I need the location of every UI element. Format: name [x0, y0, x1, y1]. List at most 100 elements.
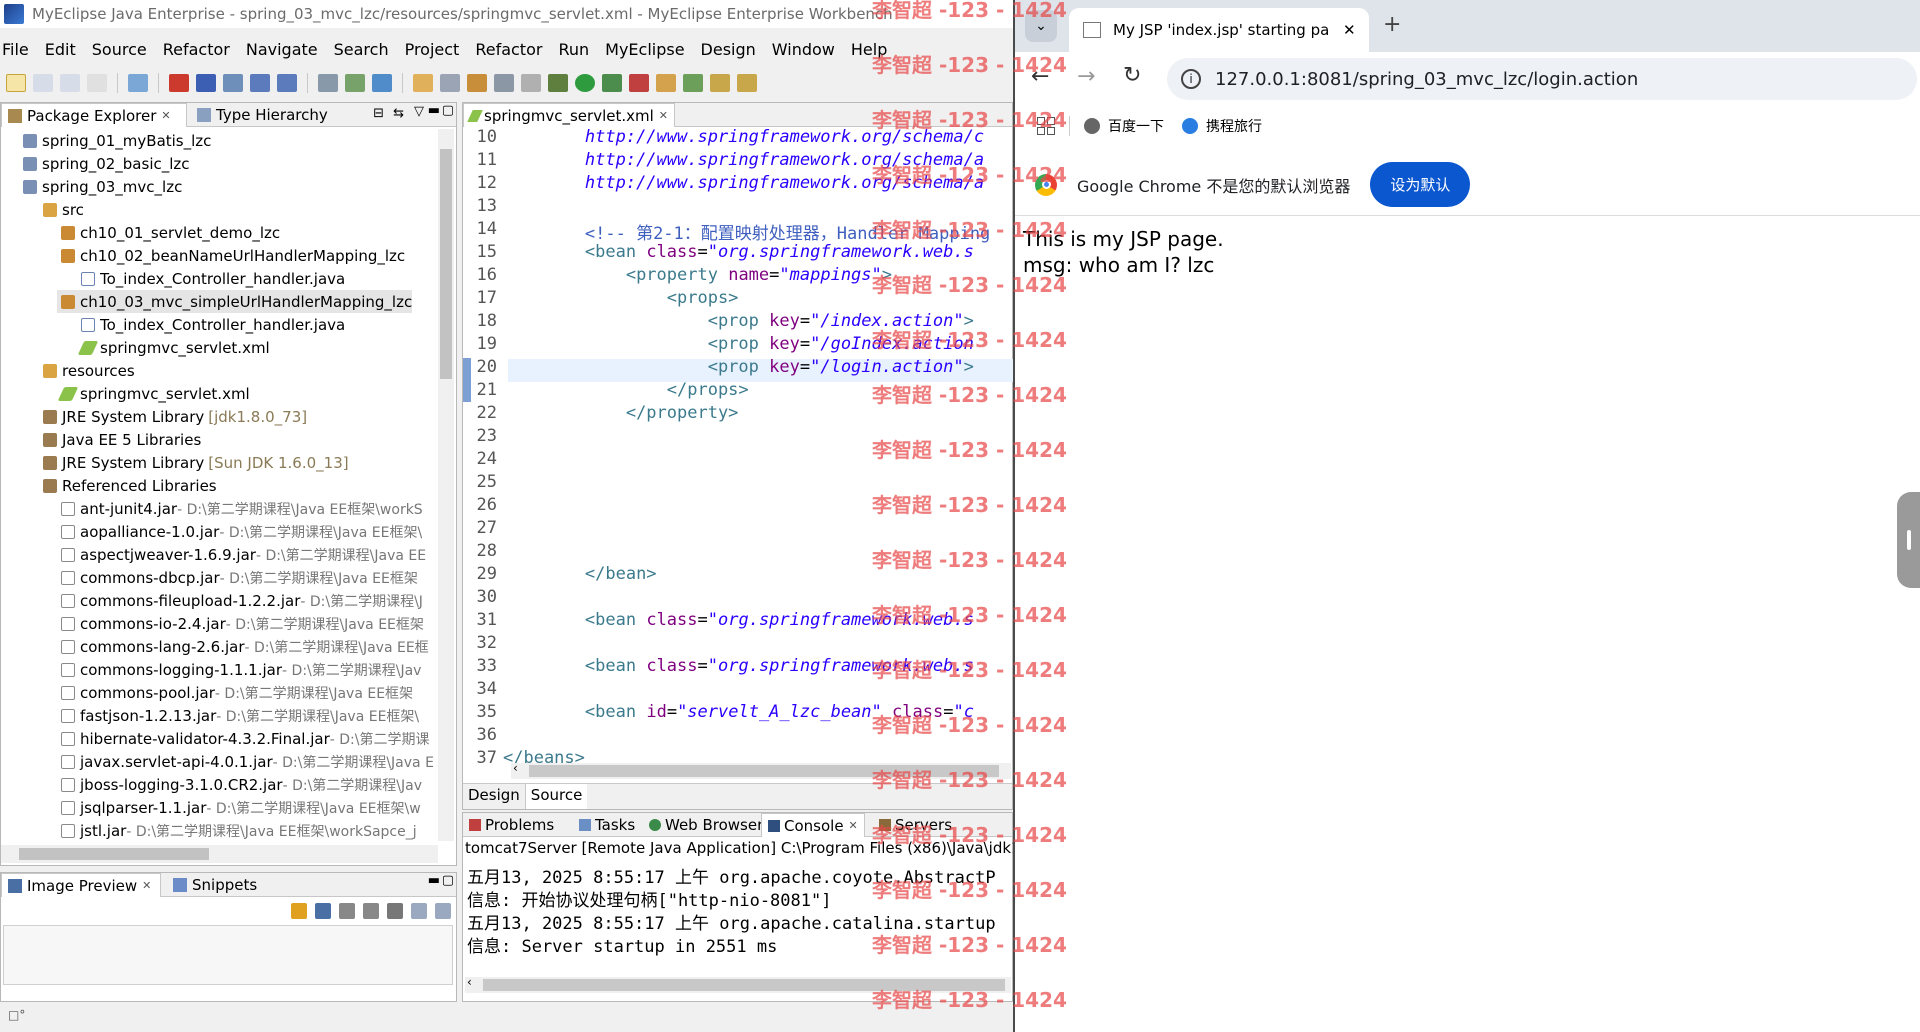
tree-item[interactable]: jboss-logging-3.1.0.CR2.jar - D:\第二学期课程\… [61, 773, 422, 796]
maximize-icon[interactable]: ▢ [442, 103, 454, 118]
forward-icon[interactable]: → [1077, 64, 1095, 89]
tree-hscroll-thumb[interactable] [19, 848, 209, 860]
tree-item[interactable]: commons-lang-2.6.jar - D:\第二学期课程\Java EE… [61, 635, 429, 658]
zoom-icon[interactable] [387, 903, 403, 919]
tree-item[interactable]: spring_03_mvc_lzc [23, 175, 182, 198]
run-config-icon[interactable] [602, 74, 622, 92]
close-icon[interactable]: ✕ [142, 879, 151, 892]
tab-console[interactable]: Console ✕ [761, 813, 865, 837]
address-bar[interactable]: i 127.0.0.1:8081/spring_03_mvc_lzc/login… [1167, 58, 1917, 100]
fit-window-icon[interactable] [435, 903, 451, 919]
globe-icon[interactable] [372, 74, 392, 92]
menu-refactor-2[interactable]: Refactor [475, 40, 542, 64]
tree-item[interactable]: To_index_Controller_handler.java [81, 313, 345, 336]
close-icon[interactable]: ✕ [659, 109, 668, 122]
tree-scroll-thumb[interactable] [440, 149, 452, 379]
menu-window[interactable]: Window [772, 40, 835, 64]
folder-icon[interactable] [413, 74, 433, 92]
tab-source[interactable]: Source [525, 784, 588, 809]
save-all-icon[interactable] [60, 74, 80, 92]
open-type-icon[interactable] [169, 74, 189, 92]
deploy-icon[interactable] [223, 74, 243, 92]
close-icon[interactable]: ✕ [849, 819, 858, 832]
bug-icon[interactable] [548, 74, 568, 92]
bookmark-baidu[interactable]: 百度一下 [1108, 116, 1164, 136]
code-line[interactable]: http://www.springframework.org/schema/a [503, 173, 984, 193]
tree-item[interactable]: commons-pool.jar - D:\第二学期课程\Java EE框架 [61, 681, 413, 704]
actual-size-icon[interactable] [411, 903, 427, 919]
address-bar-url[interactable]: 127.0.0.1:8081/spring_03_mvc_lzc/login.a… [1215, 69, 1638, 90]
new-class-icon[interactable] [656, 74, 676, 92]
wand-icon[interactable] [710, 74, 730, 92]
close-tab-icon[interactable]: ✕ [1343, 21, 1356, 39]
back-icon[interactable]: ← [1031, 64, 1049, 89]
tree-item[interactable]: ch10_01_servlet_demo_lzc [61, 221, 280, 244]
refresh-green-icon[interactable] [683, 74, 703, 92]
new-tab-icon[interactable]: + [1383, 12, 1401, 37]
package-icon[interactable] [467, 74, 487, 92]
open-resource-icon[interactable] [196, 74, 216, 92]
menu-help[interactable]: Help [851, 40, 887, 64]
tree-item[interactable]: Referenced Libraries [43, 474, 217, 497]
menu-search[interactable]: Search [334, 40, 389, 64]
chrome-tab[interactable]: My JSP 'index.jsp' starting pa ✕ [1069, 8, 1369, 52]
tree-item[interactable]: aopalliance-1.0.jar - D:\第二学期课程\Java EE框… [61, 520, 422, 543]
minimize-icon[interactable]: ▬ [428, 103, 440, 118]
set-default-button[interactable]: 设为默认 [1370, 162, 1471, 207]
code-line[interactable]: <prop key="/goIndex.action [503, 334, 974, 354]
tree-item[interactable]: jsqlparser-1.1.jar - D:\第二学期课程\Java EE框架… [61, 796, 421, 819]
tree-item[interactable]: springmvc_servlet.xml [77, 336, 270, 359]
code-line[interactable]: <prop key="/index.action"> [503, 311, 974, 331]
editor-hscroll-thumb[interactable] [529, 765, 999, 777]
tree-item[interactable]: commons-logging-1.1.1.jar - D:\第二学期课程\Ja… [61, 658, 421, 681]
debug-server-icon[interactable] [277, 74, 297, 92]
tab-package-explorer[interactable]: Package Explorer ✕ [1, 103, 187, 127]
close-icon[interactable]: ✕ [161, 109, 170, 122]
tab-web-browser[interactable]: Web Browser [643, 813, 769, 837]
scroll-left-icon[interactable]: ‹ [467, 975, 472, 989]
tree-item[interactable]: JRE System Library [jdk1.8.0_73] [43, 405, 307, 428]
tab-type-hierarchy[interactable]: Type Hierarchy [191, 103, 334, 127]
tree-item[interactable]: fastjson-1.2.13.jar - D:\第二学期课程\Java EE框… [61, 704, 419, 727]
zoom-out-icon[interactable] [363, 903, 379, 919]
fit-icon[interactable] [315, 903, 331, 919]
code-line[interactable]: </bean> [503, 564, 657, 584]
run-icon[interactable] [575, 74, 595, 92]
server-icon[interactable] [494, 74, 514, 92]
code-line[interactable]: <property name="mappings"> [503, 265, 892, 285]
stop-icon[interactable] [629, 74, 649, 92]
sync-icon[interactable] [291, 903, 307, 919]
tree-item[interactable]: JRE System Library [Sun JDK 1.6.0_13] [43, 451, 349, 474]
tree-item[interactable]: commons-fileupload-1.2.2.jar - D:\第二学期课程… [61, 589, 423, 612]
tree-item[interactable]: commons-io-2.4.jar - D:\第二学期课程\Java EE框架 [61, 612, 424, 635]
zoom-in-icon[interactable] [339, 903, 355, 919]
view-menu-icon[interactable]: ▽ [414, 104, 424, 119]
tree-item[interactable]: ch10_02_beanNameUrlHandlerMapping_lzc [61, 244, 405, 267]
tree-item[interactable]: jstl.jar - D:\第二学期课程\Java EE框架\workSapce… [61, 819, 417, 841]
refresh-icon[interactable] [440, 74, 460, 92]
apps-icon[interactable] [1037, 117, 1055, 135]
tree-item[interactable]: resources [43, 359, 135, 382]
menu-navigate[interactable]: Navigate [246, 40, 318, 64]
side-panel-handle[interactable] [1897, 492, 1920, 588]
tree-item[interactable]: springmvc_servlet.xml [57, 382, 250, 405]
console-scrollbar-h[interactable]: ‹ [465, 975, 1011, 993]
tree-item[interactable]: Java EE 5 Libraries [43, 428, 201, 451]
bookmark-ctrip[interactable]: 携程旅行 [1206, 116, 1262, 136]
site-info-icon[interactable]: i [1181, 69, 1201, 89]
run-server-icon[interactable] [250, 74, 270, 92]
code-line[interactable]: <bean class="org.springframework.web.s [503, 242, 974, 262]
tree-scrollbar-v[interactable] [438, 129, 454, 841]
tree-scrollbar-h[interactable] [1, 845, 438, 863]
code-line[interactable]: <props> [503, 288, 739, 308]
tab-snippets[interactable]: Snippets [167, 873, 263, 897]
menu-source[interactable]: Source [92, 40, 147, 64]
print-icon[interactable] [87, 74, 107, 92]
tab-image-preview[interactable]: Image Preview ✕ [1, 873, 161, 897]
window-icon[interactable] [521, 74, 541, 92]
reload-icon[interactable]: ↻ [1123, 63, 1141, 88]
tab-search-icon[interactable]: ⌄ [1025, 10, 1057, 42]
tree-item[interactable]: spring_02_basic_lzc [23, 152, 190, 175]
code-line[interactable]: <bean id="servelt_A_lzc_bean" class="c [503, 702, 974, 722]
tree-item[interactable]: src [43, 198, 84, 221]
